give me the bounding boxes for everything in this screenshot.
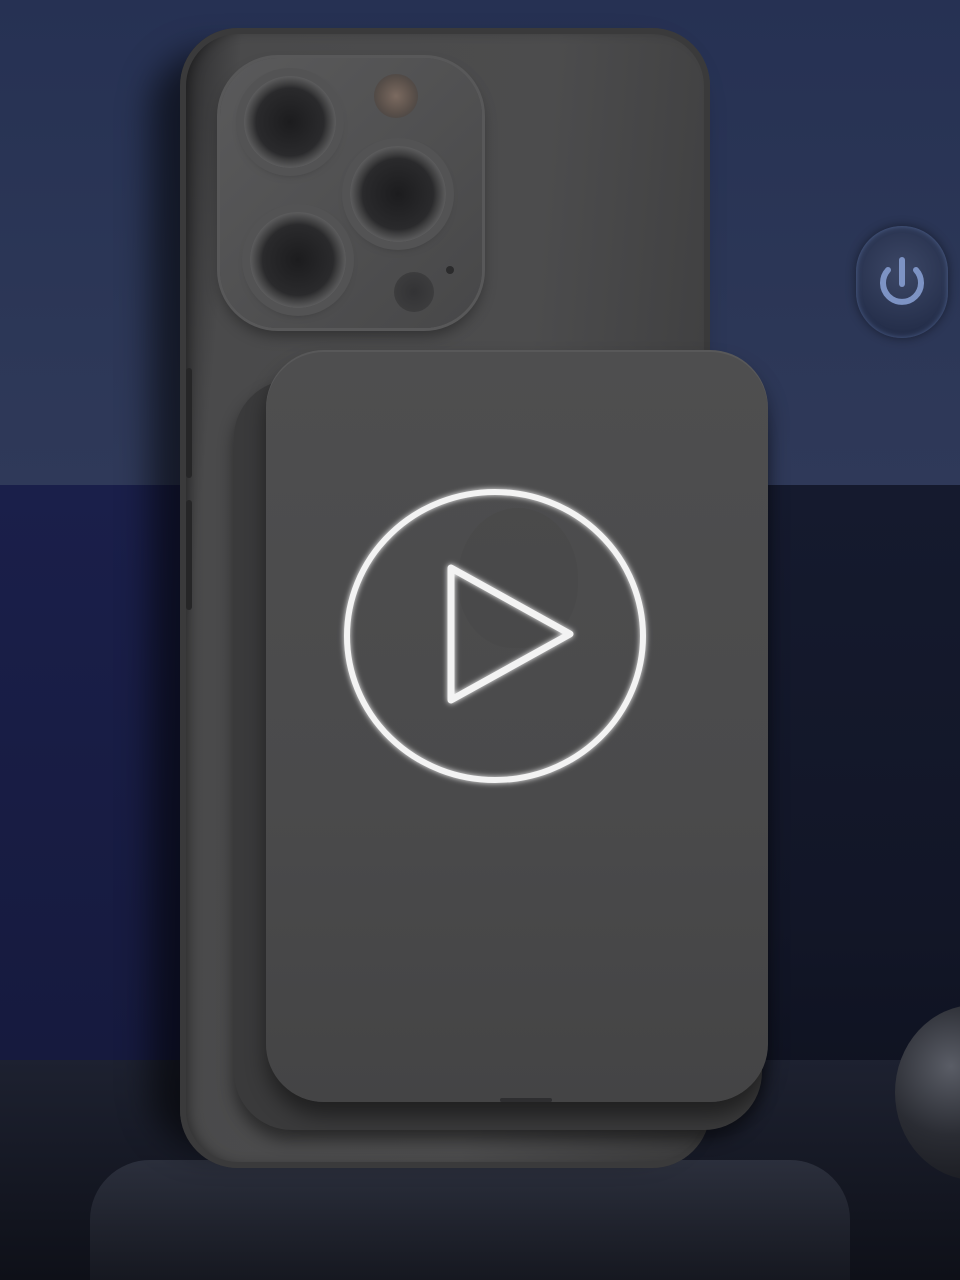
phone-side-button (186, 500, 192, 610)
charging-stand (90, 1160, 850, 1280)
camera-lens (350, 146, 446, 242)
microphone-hole (446, 266, 454, 274)
power-icon (880, 257, 924, 305)
product-photo (0, 0, 960, 1280)
camera-flash (374, 74, 418, 118)
lidar-sensor (394, 272, 434, 312)
power-button-prop (856, 226, 948, 338)
play-button[interactable] (326, 478, 664, 798)
phone-side-button (186, 368, 192, 478)
play-icon (344, 489, 646, 783)
battery-led (500, 1098, 552, 1102)
camera-lens (244, 76, 336, 168)
camera-lens (250, 212, 346, 308)
